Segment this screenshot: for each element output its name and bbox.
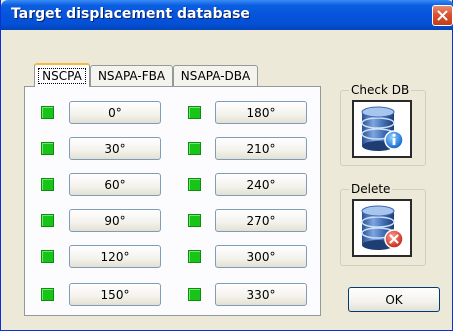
- status-led-240: [188, 178, 201, 191]
- angle-button-30[interactable]: 30°: [69, 137, 161, 160]
- angle-button-210[interactable]: 210°: [215, 137, 307, 160]
- title-bar[interactable]: Target displacement database: [1, 0, 453, 30]
- status-led-210: [188, 142, 201, 155]
- database-info-icon: [361, 106, 404, 151]
- tab-nscpa[interactable]: NSCPA: [34, 63, 90, 87]
- angle-button-0[interactable]: 0°: [69, 101, 161, 124]
- tab-nsapa-dba[interactable]: NSAPA-DBA: [173, 65, 258, 86]
- tab-nscpa-label: NSCPA: [38, 68, 86, 84]
- angle-button-120[interactable]: 120°: [69, 245, 161, 268]
- delete-group: Delete: [340, 182, 426, 266]
- dialog-window: Target displacement database NSCPA NSAPA…: [0, 0, 453, 331]
- angle-button-180[interactable]: 180°: [215, 101, 307, 124]
- angle-button-270[interactable]: 270°: [215, 209, 307, 232]
- window-title: Target displacement database: [11, 6, 250, 22]
- tab-nsapa-dba-label: NSAPA-DBA: [180, 69, 251, 83]
- angle-button-150[interactable]: 150°: [69, 283, 161, 306]
- close-icon: [437, 10, 448, 21]
- close-button[interactable]: [432, 5, 453, 26]
- check-db-group: Check DB: [340, 83, 426, 166]
- delete-button[interactable]: [352, 199, 412, 257]
- status-led-60: [41, 178, 54, 191]
- check-db-button[interactable]: [352, 100, 412, 158]
- angle-button-330[interactable]: 330°: [215, 283, 307, 306]
- status-led-180: [188, 106, 201, 119]
- tab-nsapa-fba-label: NSAPA-FBA: [97, 69, 166, 83]
- status-led-300: [188, 250, 201, 263]
- angle-button-240[interactable]: 240°: [215, 173, 307, 196]
- angle-button-90[interactable]: 90°: [69, 209, 161, 232]
- delete-label: Delete: [349, 182, 393, 196]
- check-db-label: Check DB: [349, 83, 412, 97]
- angle-button-60[interactable]: 60°: [69, 173, 161, 196]
- status-led-120: [41, 250, 54, 263]
- angle-button-300[interactable]: 300°: [215, 245, 307, 268]
- status-led-30: [41, 142, 54, 155]
- status-led-90: [41, 214, 54, 227]
- tab-nsapa-fba[interactable]: NSAPA-FBA: [90, 65, 173, 86]
- status-led-150: [41, 288, 54, 301]
- status-led-330: [188, 288, 201, 301]
- ok-button[interactable]: OK: [348, 287, 440, 312]
- status-led-0: [41, 106, 54, 119]
- status-led-270: [188, 214, 201, 227]
- database-delete-icon: [361, 205, 404, 250]
